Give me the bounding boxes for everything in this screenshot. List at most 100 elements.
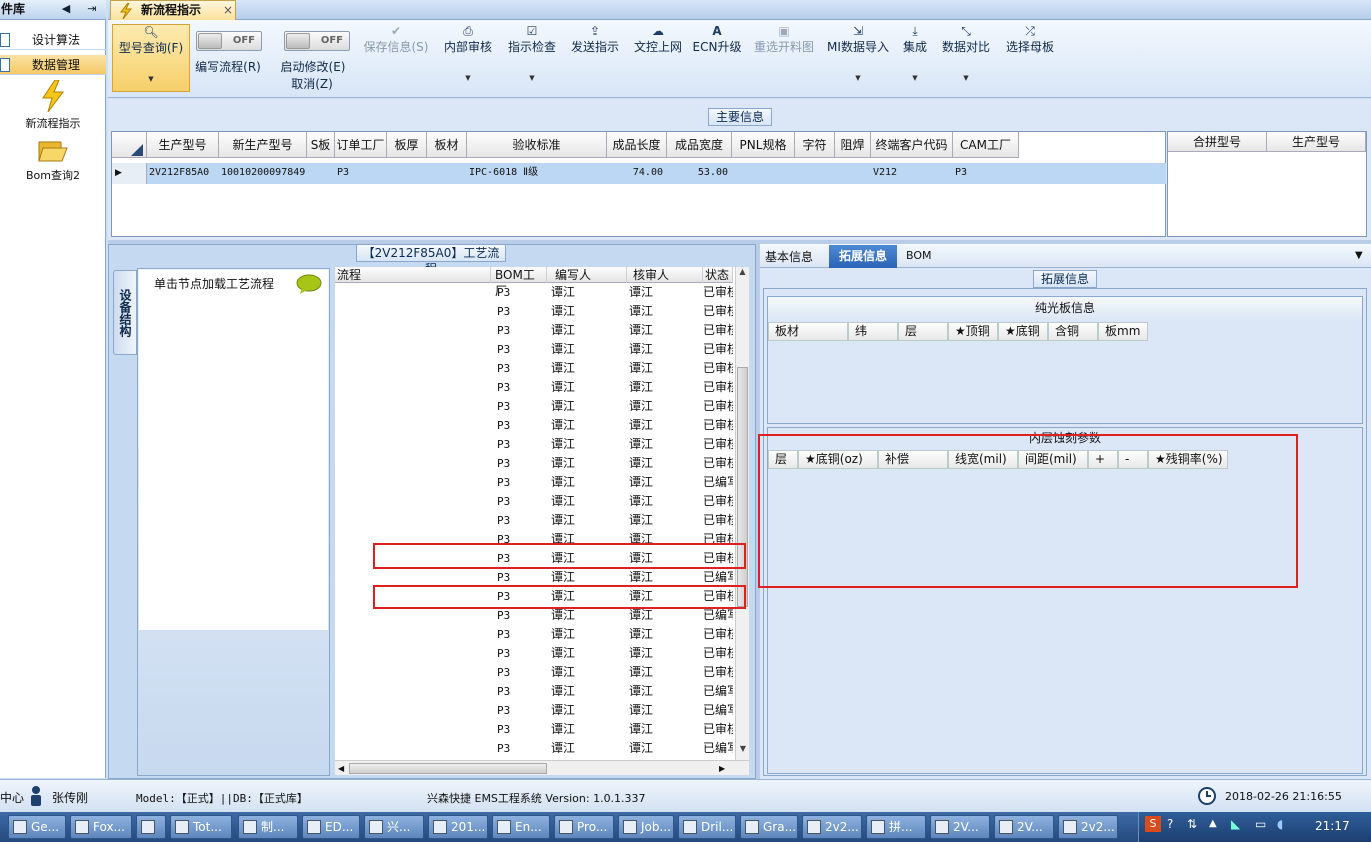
taskbar-item-xingsen[interactable]: 兴... xyxy=(364,815,424,839)
select-mother-board-button[interactable]: ⤮ 选择母板 xyxy=(1002,24,1058,86)
taskbar-item-total-commander[interactable]: Tot... xyxy=(170,815,232,839)
tree-row[interactable]: 磨板P3谭江谭江已编写 xyxy=(335,473,733,492)
column-header[interactable]: ★残铜率(%) xyxy=(1148,450,1228,469)
taskbar-item-2v2-a[interactable]: 2v2... xyxy=(802,815,862,839)
tree-row[interactable]: 外层AOIP3谭江谭江已审核 xyxy=(335,644,733,663)
column-header[interactable]: ★底铜 xyxy=(998,322,1048,341)
tree-row[interactable]: 钻孔P3谭江谭江已审核 xyxy=(335,321,733,340)
column-header[interactable]: 补偿 xyxy=(878,450,948,469)
column-header[interactable]: 板厚 xyxy=(387,132,427,158)
tree-row[interactable]: 水洗烘干P3谭江谭江已编写 xyxy=(335,739,733,758)
column-header[interactable]: ★顶铜 xyxy=(948,322,998,341)
taskbar-item-pin[interactable]: 拼... xyxy=(866,815,926,839)
scrollbar-thumb[interactable] xyxy=(737,367,748,607)
column-header[interactable]: 验收标准 xyxy=(467,132,607,158)
column-header[interactable]: + xyxy=(1088,450,1118,469)
pin-icon[interactable]: ⇥ xyxy=(84,0,100,18)
column-header[interactable]: ★底铜(oz) xyxy=(798,450,878,469)
tree-row[interactable]: 外层前处理P3谭江谭江已审核 xyxy=(335,511,733,530)
taskbar-item-calc[interactable] xyxy=(136,815,166,839)
column-header[interactable]: 新生产型号 xyxy=(219,132,307,158)
taskbar-item-2v-excel-a[interactable]: 2V... xyxy=(930,815,990,839)
column-header[interactable]: 层 xyxy=(768,450,798,469)
tab-bom[interactable]: BOM xyxy=(906,249,932,262)
tree-row[interactable]: 等离子处理P3谭江谭江已审核 xyxy=(335,397,733,416)
column-header[interactable]: BOM工厂 xyxy=(493,267,547,298)
tree-row[interactable]: 沉金P3谭江谭江已审核 xyxy=(335,720,733,739)
ecn-upgrade-button[interactable]: A ECN升级 xyxy=(692,24,742,86)
tree-row[interactable]: 显影P3谭江谭江已编写 xyxy=(335,568,733,587)
column-header[interactable]: 字符 xyxy=(795,132,835,158)
show-hidden-icons[interactable]: ▲ xyxy=(1209,818,1217,829)
tree-row[interactable]: 贴膜P3谭江谭江已审核 xyxy=(335,530,733,549)
taskbar-item-chrome[interactable]: Ge... xyxy=(8,815,66,839)
instruction-check-button[interactable]: ☑ 指示检查 ▼ xyxy=(504,24,560,86)
help-icon[interactable]: ? xyxy=(1167,817,1173,831)
chevron-down-icon[interactable]: ▼ xyxy=(1355,250,1363,261)
column-header[interactable]: PNL规格 xyxy=(732,132,795,158)
column-header[interactable]: - xyxy=(1118,450,1148,469)
tile-bom-query[interactable]: Bom查询2 xyxy=(8,138,98,183)
column-header[interactable]: 状态 xyxy=(703,267,733,283)
scrollbar-thumb[interactable] xyxy=(349,763,547,774)
tree-row[interactable]: 去毛刺P3谭江谭江已审核 xyxy=(335,359,733,378)
internal-review-button[interactable]: ⎙ 内部审核 ▼ xyxy=(440,24,496,86)
tree-row[interactable]: −沉金P3谭江谭江已审核 xyxy=(335,663,733,682)
tree-row[interactable]: −AOIP3谭江谭江已审核 xyxy=(335,625,733,644)
column-header[interactable]: 阻焊 xyxy=(835,132,871,158)
taskbar-item-2v2-b[interactable]: 2v2... xyxy=(1058,815,1118,839)
taskbar-item-2v-excel-b[interactable]: 2V... xyxy=(994,815,1054,839)
taskbar-item-engineering[interactable]: En... xyxy=(492,815,550,839)
collapse-left-icon[interactable]: ◀ xyxy=(58,0,74,18)
nav-data-management[interactable]: 数据管理 xyxy=(0,55,106,75)
column-header[interactable]: 间距(mil) xyxy=(1018,450,1088,469)
tree-row[interactable]: 板边包胶P3谭江谭江已编写 xyxy=(335,701,733,720)
taskbar-item-job[interactable]: Job... xyxy=(618,815,674,839)
column-header[interactable]: 生产型号 xyxy=(1267,132,1366,152)
vertical-scrollbar[interactable]: ▲ ▼ xyxy=(735,267,749,760)
column-header[interactable]: 板材 xyxy=(768,322,848,341)
tree-row[interactable]: 曝光P3谭江谭江已审核 xyxy=(335,549,733,568)
column-header[interactable]: 编写人 xyxy=(549,267,627,283)
taskbar-item-editplus[interactable]: ED... xyxy=(302,815,360,839)
column-header[interactable]: 合拼型号 xyxy=(1168,132,1267,152)
tab-basic-info[interactable]: 基本信息 xyxy=(765,248,813,265)
column-header[interactable]: 线宽(mil) xyxy=(948,450,1018,469)
column-header[interactable]: 流程 xyxy=(335,267,491,283)
column-header[interactable]: 生产型号 xyxy=(147,132,219,158)
column-header[interactable]: 板材 xyxy=(427,132,467,158)
tree-row[interactable]: 沉铜P3谭江谭江已审核 xyxy=(335,416,733,435)
tree-row[interactable]: 喷砂P3谭江谭江已编写 xyxy=(335,682,733,701)
taskbar-item-foxmail[interactable]: Fox... xyxy=(70,815,132,839)
tree-row[interactable]: 酸性蚀刻P3谭江谭江已审核 xyxy=(335,587,733,606)
close-icon[interactable]: × xyxy=(223,1,233,19)
taskbar-clock[interactable]: 21:17 xyxy=(1315,819,1350,833)
taskbar-item-graph[interactable]: Gra... xyxy=(740,815,798,839)
tree-row[interactable]: −钻孔P3谭江谭江已审核 xyxy=(335,302,733,321)
volume-icon[interactable]: ◖ xyxy=(1277,817,1283,831)
column-header[interactable]: 核审人 xyxy=(627,267,703,283)
horizontal-scrollbar[interactable]: ◀ ▶ xyxy=(335,760,749,775)
taskbar-item-notepad[interactable]: 制... xyxy=(238,815,298,839)
column-header[interactable]: 板mm xyxy=(1098,322,1148,341)
network-icon[interactable]: ⇅ xyxy=(1187,817,1197,831)
column-header[interactable]: 终端客户代码 xyxy=(871,132,953,158)
taskbar-item-drill[interactable]: Dril... xyxy=(678,815,736,839)
tree-row[interactable]: 烘板P3谭江谭江已审核 xyxy=(335,283,733,302)
column-header[interactable]: CAM工厂 xyxy=(953,132,1019,158)
tab-extended-info[interactable]: 拓展信息 xyxy=(829,245,897,268)
tree-row[interactable]: 退膜P3谭江谭江已编写 xyxy=(335,606,733,625)
write-process-toggle[interactable]: OFF xyxy=(196,31,262,51)
tree-row[interactable]: −外层干膜P3谭江谭江已审核 xyxy=(335,492,733,511)
column-header[interactable]: 层 xyxy=(898,322,948,341)
mi-data-import-button[interactable]: ⇲ MI数据导入 ▼ xyxy=(825,24,891,86)
taskbar-item-doc-2018[interactable]: 201... xyxy=(428,815,488,839)
taskbar-item-pro[interactable]: Pro... xyxy=(554,815,614,839)
save-info-button[interactable]: ✔ 保存信息(S) xyxy=(362,24,430,86)
column-header[interactable]: 纬 xyxy=(848,322,898,341)
reselect-cutting-button[interactable]: ▣ 重选开料图 xyxy=(750,24,818,86)
tray-app-icon[interactable]: ◣ xyxy=(1231,817,1240,831)
nav-design-algorithm[interactable]: 设计算法 xyxy=(0,30,106,50)
integrate-button[interactable]: ⤓ 集成 ▼ xyxy=(897,24,933,86)
tab-new-process[interactable]: 新流程指示 × xyxy=(110,0,236,20)
